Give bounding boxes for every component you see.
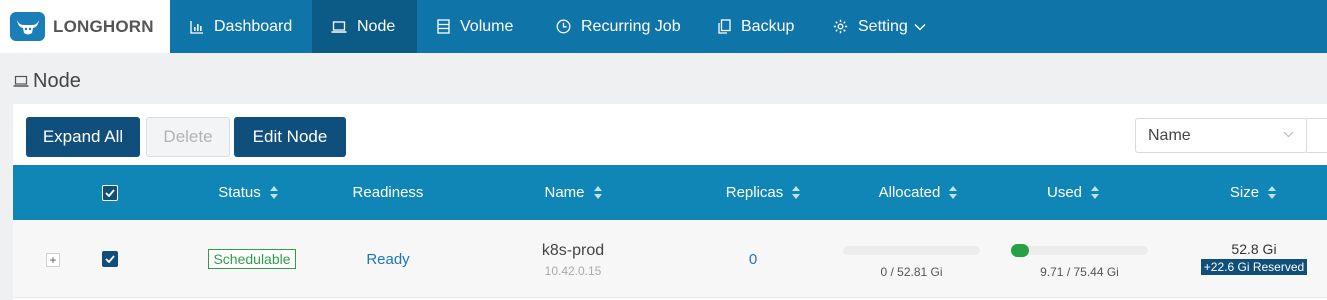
sort-icon xyxy=(792,186,801,199)
status-cell: Schedulable xyxy=(183,246,321,272)
column-header-replicas[interactable]: Replicas xyxy=(693,165,833,220)
clock-icon xyxy=(556,19,571,34)
chevron-down-icon xyxy=(914,23,926,30)
status-badge: Schedulable xyxy=(208,249,296,269)
column-label: Readiness xyxy=(352,184,424,201)
nav-volume[interactable]: Volume xyxy=(437,0,513,53)
allocated-progress-bar xyxy=(843,245,980,255)
replicas-link[interactable]: 0 xyxy=(749,251,757,268)
size-value: 52.8 Gi xyxy=(1231,241,1277,257)
column-label: Size xyxy=(1229,184,1260,201)
top-navbar: LONGHORN Dashboard Node Volume Recurring… xyxy=(0,0,1327,53)
page-title-text: Node xyxy=(33,69,81,92)
sort-icon xyxy=(593,186,602,199)
used-progress-bar xyxy=(1011,243,1148,257)
row-checkbox[interactable] xyxy=(102,251,118,267)
filter-value-input[interactable] xyxy=(1306,118,1327,153)
allocated-text: 0 / 52.81 Gi xyxy=(880,264,943,279)
delete-button[interactable]: Delete xyxy=(146,117,230,157)
column-label: Used xyxy=(1046,184,1083,201)
chevron-down-icon xyxy=(1283,131,1294,138)
nav-setting[interactable]: Setting xyxy=(833,0,926,53)
row-select-cell xyxy=(101,250,119,268)
used-cell: 9.71 / 75.44 Gi xyxy=(1011,242,1148,282)
expand-all-button[interactable]: Expand All xyxy=(26,117,140,157)
column-label: Replicas xyxy=(725,184,784,201)
logo-text: LONGHORN xyxy=(53,16,154,36)
nav-recurring-job[interactable]: Recurring Job xyxy=(556,0,681,53)
expand-row-button[interactable]: + xyxy=(46,253,60,267)
bar-chart-icon xyxy=(190,20,203,34)
name-cell: k8s-prod 10.42.0.15 xyxy=(493,238,653,282)
node-name[interactable]: k8s-prod xyxy=(542,242,604,260)
nav-recurring-job-label: Recurring Job xyxy=(581,17,681,35)
gear-icon xyxy=(833,19,848,34)
select-all-checkbox[interactable] xyxy=(102,184,118,201)
column-header-size[interactable]: Size xyxy=(1193,165,1313,220)
used-progress-fill xyxy=(1011,243,1029,257)
laptop-icon xyxy=(13,75,29,87)
logo[interactable]: LONGHORN xyxy=(0,0,170,53)
longhorn-logo-icon xyxy=(10,12,45,41)
filter-field-value: Name xyxy=(1148,126,1191,144)
allocated-cell: 0 / 52.81 Gi xyxy=(843,242,980,282)
used-text: 9.71 / 75.44 Gi xyxy=(1040,264,1119,279)
node-ip: 10.42.0.15 xyxy=(544,264,602,278)
sort-icon xyxy=(269,186,278,199)
nav-backup[interactable]: Backup xyxy=(718,0,794,53)
readiness-cell: Ready xyxy=(328,246,448,272)
nav-dashboard[interactable]: Dashboard xyxy=(190,0,292,53)
column-header-allocated[interactable]: Allocated xyxy=(843,165,993,220)
column-label: Allocated xyxy=(878,184,941,201)
column-header-status[interactable]: Status xyxy=(183,165,313,220)
sort-icon xyxy=(949,186,958,199)
sort-icon xyxy=(1091,186,1100,199)
server-icon xyxy=(437,19,450,34)
check-icon xyxy=(105,255,115,263)
readiness-link[interactable]: Ready xyxy=(366,251,409,268)
size-cell: 52.8 Gi +22.6 Gi Reserved xyxy=(1193,236,1315,280)
nav-volume-label: Volume xyxy=(460,17,514,35)
nav-backup-label: Backup xyxy=(741,17,795,35)
column-label: Status xyxy=(218,184,261,201)
select-all-cell xyxy=(101,165,119,220)
column-label: Name xyxy=(544,184,585,201)
sort-icon xyxy=(1268,186,1277,199)
column-header-name[interactable]: Name xyxy=(513,165,633,220)
filter-field-select[interactable]: Name xyxy=(1135,118,1307,153)
nav-dashboard-label: Dashboard xyxy=(214,17,293,35)
column-header-readiness: Readiness xyxy=(328,165,448,220)
nav-node[interactable]: Node xyxy=(312,0,417,53)
column-header-used[interactable]: Used xyxy=(1013,165,1133,220)
laptop-icon xyxy=(331,20,347,33)
copy-icon xyxy=(718,19,731,34)
edit-node-button[interactable]: Edit Node xyxy=(234,117,346,157)
table-row[interactable]: + Schedulable Ready k8s-prod 10.42.0.15 … xyxy=(13,220,1327,298)
check-icon xyxy=(105,188,115,197)
replicas-cell: 0 xyxy=(693,246,813,272)
table-header: Status Readiness Name Replicas Allocated… xyxy=(13,165,1327,220)
nav-node-label: Node xyxy=(357,17,396,35)
nav-setting-label: Setting xyxy=(858,17,908,35)
page-title: Node xyxy=(13,68,81,94)
reserved-badge: +22.6 Gi Reserved xyxy=(1200,259,1308,275)
